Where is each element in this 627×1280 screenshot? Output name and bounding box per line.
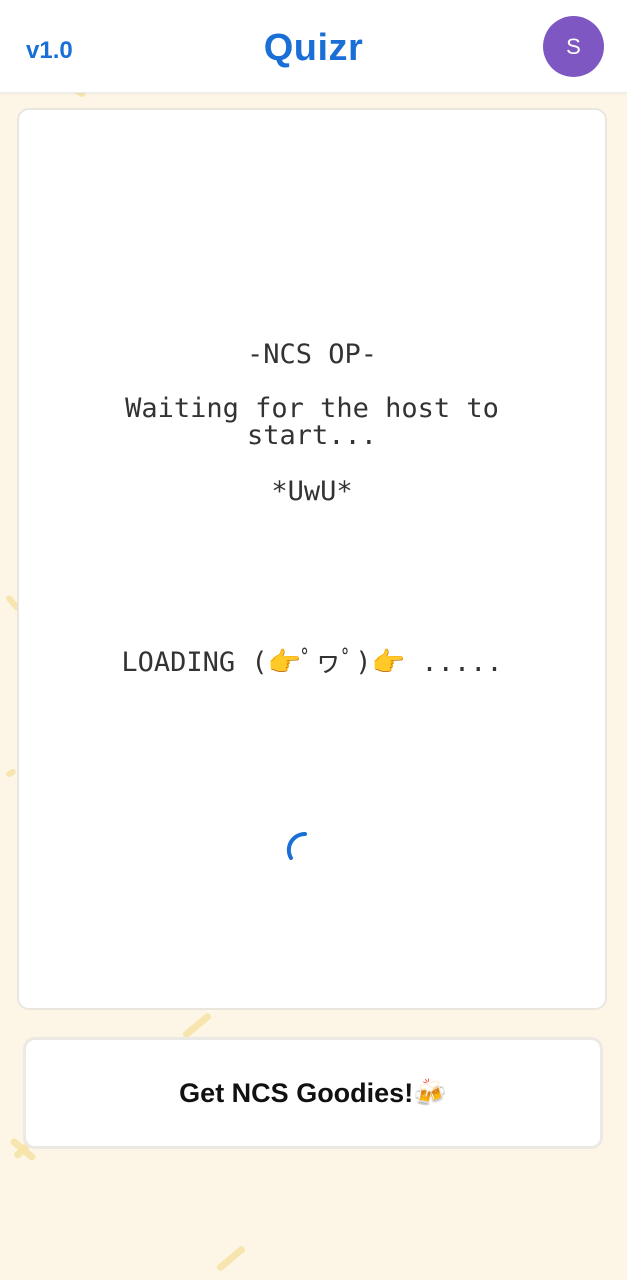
quiz-lobby-screen: v1.0 Quizr S -NCS OP- Waiting for the ho… [0,0,627,1280]
app-title: Quizr [263,27,364,69]
lobby-card: -NCS OP- Waiting for the host to start..… [17,108,607,1010]
loading-spinner-icon [286,831,307,860]
loading-text: LOADING (👉ﾟヮﾟ)👉 ..... [121,647,503,678]
quiz-name: -NCS OP- [246,339,378,370]
waiting-status: Waiting for the host to start... [125,393,499,451]
background-decoration [215,1244,247,1273]
user-avatar[interactable]: S [543,16,604,77]
background-decoration [5,767,17,779]
background-decoration [181,1011,213,1040]
emote-text: *UwU* [271,476,353,507]
get-goodies-button[interactable]: Get NCS Goodies!🍻 [23,1037,603,1149]
app-header: v1.0 Quizr S [0,0,627,93]
